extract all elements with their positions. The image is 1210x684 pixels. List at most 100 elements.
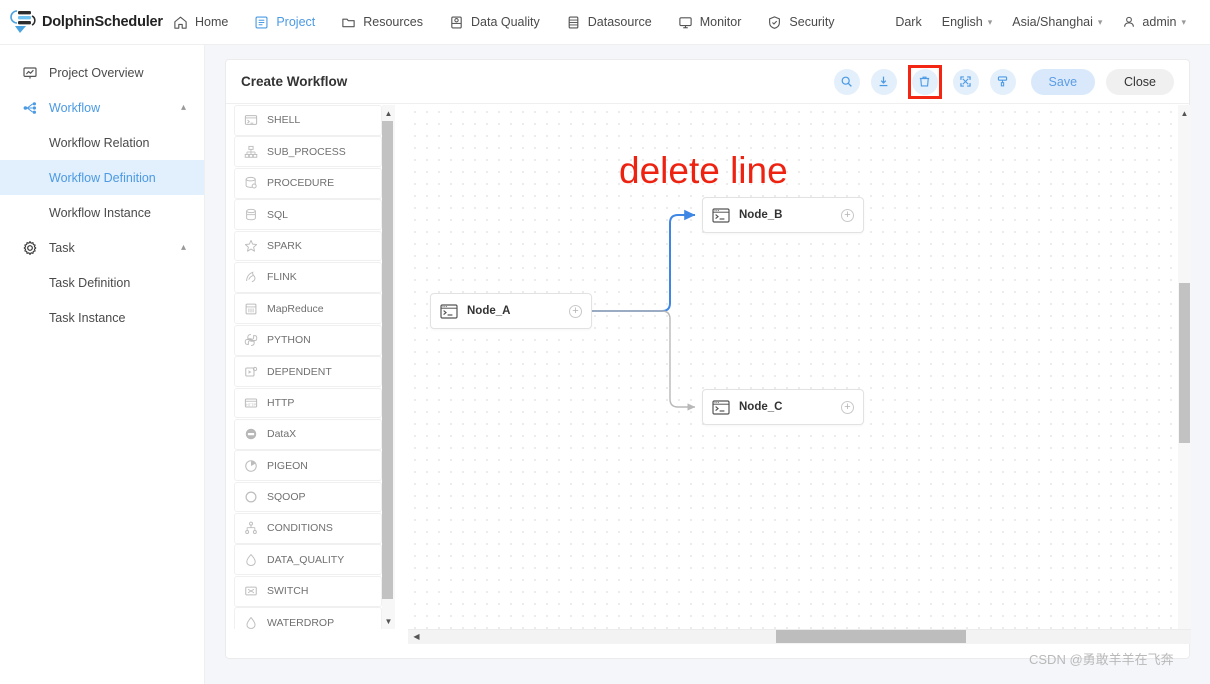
- save-button[interactable]: Save: [1031, 69, 1096, 95]
- sidebar-item-workflow-instance[interactable]: Workflow Instance: [0, 195, 204, 230]
- sidebar-item-task[interactable]: Task ▴: [0, 230, 204, 265]
- editor-header: Create Workflow: [226, 60, 1189, 104]
- sql-icon: [244, 208, 258, 222]
- task-type-item[interactable]: SHELL: [234, 105, 382, 136]
- task-type-item[interactable]: SUB_PROCESS: [234, 136, 382, 167]
- nav-item-monitor[interactable]: Monitor: [665, 0, 755, 45]
- task-type-item[interactable]: DATA_QUALITY: [234, 544, 382, 575]
- nav-item-data-quality[interactable]: Data Quality: [436, 0, 553, 45]
- nav-label-home: Home: [195, 15, 228, 29]
- node-add-icon[interactable]: +: [569, 305, 582, 318]
- nav-label-resources: Resources: [363, 15, 423, 29]
- brand-logo[interactable]: DolphinScheduler: [10, 9, 160, 35]
- task-type-item[interactable]: PYTHON: [234, 325, 382, 356]
- waterdrop-icon: [244, 616, 258, 629]
- edge-node-a-to-node-b[interactable]: [592, 215, 695, 311]
- theme-toggle[interactable]: Dark: [885, 15, 931, 29]
- page-title: Create Workflow: [241, 74, 347, 89]
- task-type-item[interactable]: PIGEON: [234, 450, 382, 481]
- annotation-delete-line: delete line: [619, 150, 788, 192]
- shield-icon: [767, 15, 782, 30]
- node-add-icon[interactable]: +: [841, 401, 854, 414]
- task-type-item[interactable]: SQOOP: [234, 482, 382, 513]
- fullscreen-icon[interactable]: [953, 69, 979, 95]
- top-nav-right-group: Dark English ▾ Asia/Shanghai ▾ admin ▾: [885, 15, 1210, 30]
- node-label: Node_B: [739, 209, 782, 221]
- task-type-label: PIGEON: [267, 460, 308, 472]
- task-type-item[interactable]: WATERDROP: [234, 607, 382, 629]
- download-icon[interactable]: [871, 69, 897, 95]
- sidebar-item-project-overview[interactable]: Project Overview: [0, 55, 204, 90]
- canvas-scroll-up-arrow[interactable]: ▲: [1178, 105, 1191, 121]
- nav-item-resources[interactable]: Resources: [328, 0, 436, 45]
- nav-label-data-quality: Data Quality: [471, 15, 540, 29]
- task-list-scroll-up-arrow[interactable]: ▲: [382, 105, 395, 121]
- canvas-horizontal-scrollbar-thumb[interactable]: [776, 630, 966, 643]
- save-label: Save: [1049, 75, 1078, 89]
- workflow-node-node-a[interactable]: Node_A +: [430, 293, 592, 329]
- chevron-down-icon: ▾: [1181, 17, 1186, 28]
- node-label: Node_A: [467, 305, 510, 317]
- canvas-scroll-left-arrow[interactable]: ◀: [409, 629, 424, 644]
- task-type-item[interactable]: PROCEDURE: [234, 168, 382, 199]
- workflow-node-node-c[interactable]: Node_C +: [702, 389, 864, 425]
- sidebar-item-task-definition[interactable]: Task Definition: [0, 265, 204, 300]
- task-type-item[interactable]: DataX: [234, 419, 382, 450]
- sidebar-item-workflow[interactable]: Workflow ▴: [0, 90, 204, 125]
- sidebar-label: Workflow: [49, 101, 100, 115]
- workflow-node-node-b[interactable]: Node_B +: [702, 197, 864, 233]
- editor-body: SHELL SUB_PROCESS PROCEDURE SQL SPARK FL…: [226, 105, 1191, 660]
- task-type-item[interactable]: MapReduce: [234, 293, 382, 324]
- sidebar-item-task-instance[interactable]: Task Instance: [0, 300, 204, 335]
- dolphin-logo-icon: [10, 9, 38, 35]
- gear-icon: [22, 240, 38, 256]
- dependent-icon: [244, 365, 258, 379]
- task-type-label: FLINK: [267, 271, 297, 283]
- workflow-editor-panel: Create Workflow: [225, 59, 1190, 659]
- timezone-selector[interactable]: Asia/Shanghai ▾: [1002, 15, 1112, 29]
- procedure-icon: [244, 176, 258, 190]
- task-list-scrollbar-thumb[interactable]: [382, 121, 393, 599]
- close-button[interactable]: Close: [1106, 69, 1174, 95]
- node-add-icon[interactable]: +: [841, 209, 854, 222]
- task-type-label: SUB_PROCESS: [267, 146, 346, 158]
- task-type-item[interactable]: SPARK: [234, 231, 382, 262]
- task-type-item[interactable]: SQL: [234, 199, 382, 230]
- search-icon[interactable]: [834, 69, 860, 95]
- format-icon[interactable]: [990, 69, 1016, 95]
- sidebar-label: Workflow Relation: [49, 136, 150, 150]
- datax-icon: [244, 427, 258, 441]
- sidebar-label: Workflow Instance: [49, 206, 151, 220]
- user-menu[interactable]: admin ▾: [1112, 15, 1196, 30]
- sidebar-item-workflow-definition[interactable]: Workflow Definition: [0, 160, 204, 195]
- pigeon-icon: [244, 459, 258, 473]
- task-type-item[interactable]: FLINK: [234, 262, 382, 293]
- nav-item-home[interactable]: Home: [160, 0, 241, 45]
- nav-item-project[interactable]: Project: [241, 0, 328, 45]
- switch-icon: [244, 584, 258, 598]
- sidebar-label: Project Overview: [49, 66, 143, 80]
- nav-item-security[interactable]: Security: [754, 0, 847, 45]
- language-selector[interactable]: English ▾: [932, 15, 1003, 29]
- canvas-vertical-scrollbar-thumb[interactable]: [1179, 283, 1190, 443]
- sidebar-item-workflow-relation[interactable]: Workflow Relation: [0, 125, 204, 160]
- edge-node-a-to-node-c[interactable]: [592, 311, 695, 407]
- workflow-canvas[interactable]: Node_A + Node_B + Node_C +: [408, 105, 1178, 629]
- task-type-item[interactable]: DEPENDENT: [234, 356, 382, 387]
- shell-icon: [244, 113, 258, 127]
- chevron-up-icon[interactable]: ▴: [181, 242, 186, 253]
- nav-item-datasource[interactable]: Datasource: [553, 0, 665, 45]
- task-type-label: DataX: [267, 428, 296, 440]
- delete-icon[interactable]: [912, 69, 938, 95]
- shell-node-icon: [712, 208, 730, 223]
- data-quality-icon: [449, 15, 464, 30]
- task-list-scroll-down-arrow[interactable]: ▼: [382, 613, 395, 629]
- task-type-item[interactable]: HTTPHTTP: [234, 388, 382, 419]
- language-label: English: [942, 15, 983, 29]
- folder-icon: [341, 15, 356, 30]
- task-type-label: SQL: [267, 209, 288, 221]
- task-type-item[interactable]: CONDITIONS: [234, 513, 382, 544]
- chevron-up-icon[interactable]: ▴: [181, 102, 186, 113]
- editor-toolbar: Save Close: [834, 65, 1174, 99]
- task-type-item[interactable]: SWITCH: [234, 576, 382, 607]
